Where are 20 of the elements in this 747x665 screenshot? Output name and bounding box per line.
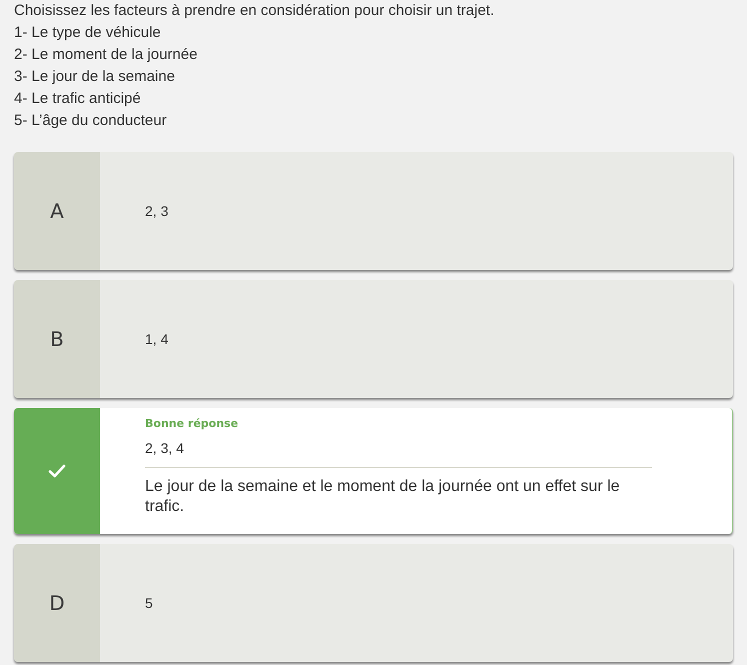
factor-item: 1- Le type de véhicule: [14, 23, 162, 43]
factor-item: 3- Le jour de la semaine: [14, 67, 176, 87]
option-letter: B: [14, 280, 100, 398]
question-text: Choisissez les facteurs à prendre en considération pour choisir un trajet.: [14, 1, 496, 21]
answer-option[interactable]: D 5: [14, 544, 733, 662]
option-letter: D: [14, 544, 100, 662]
check-icon: [48, 464, 66, 478]
answer-option[interactable]: A 2, 3: [14, 152, 733, 270]
factor-item: 5- L’âge du conducteur: [14, 111, 168, 131]
answer-text: 1, 4: [145, 331, 168, 347]
factor-item: 2- Le moment de la journée: [14, 45, 198, 65]
answer-text: 2, 3: [145, 203, 168, 219]
explanation-text: Le jour de la semaine et le moment de la journée ont un effet sur le trafic.: [145, 477, 621, 517]
answer-text: 2, 3, 4: [145, 440, 184, 456]
answer-option[interactable]: Bonne réponse 2, 3, 4 Le jour de la semaine et le moment de la journée ont un effet sur le trafic.: [14, 408, 733, 534]
option-letter: A: [14, 152, 100, 270]
answer-option[interactable]: B 1, 4: [14, 280, 733, 398]
feedback-label: Bonne réponse: [145, 417, 238, 430]
answer-text: 5: [145, 595, 153, 611]
factor-item: 4- Le trafic anticipé: [14, 89, 142, 109]
